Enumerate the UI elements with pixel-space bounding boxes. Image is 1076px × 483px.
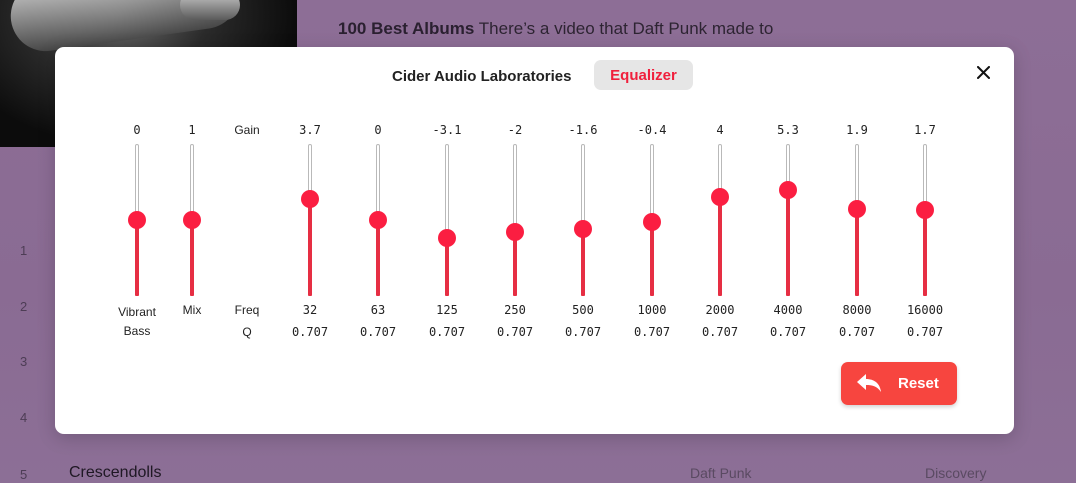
eq-band-frequency: 63 bbox=[370, 303, 386, 317]
eq-band-fill bbox=[855, 209, 859, 296]
eq-band-frequency: 16000 bbox=[906, 303, 944, 317]
eq-band-frequency: 4000 bbox=[773, 303, 803, 317]
eq-band-frequency: 125 bbox=[436, 303, 458, 317]
eq-band-thumb[interactable] bbox=[779, 180, 797, 199]
eq-band-fill bbox=[376, 220, 380, 296]
eq-band-q: 0.707 bbox=[633, 325, 671, 339]
undo-arrow-icon bbox=[857, 374, 881, 392]
eq-band-fill bbox=[786, 189, 790, 296]
eq-band-thumb[interactable] bbox=[506, 222, 524, 241]
freq-label: Freq bbox=[234, 303, 260, 317]
eq-band-frequency: 1000 bbox=[637, 303, 667, 317]
eq-band-q: 0.707 bbox=[291, 325, 329, 339]
eq-band-gain: 5.3 bbox=[777, 123, 799, 137]
modal-tabs: Cider Audio Laboratories Equalizer bbox=[55, 60, 1014, 90]
eq-band-frequency: 500 bbox=[572, 303, 594, 317]
description-bold: 100 Best Albums bbox=[338, 19, 475, 38]
eq-band-fill bbox=[718, 197, 722, 296]
eq-band-thumb[interactable] bbox=[643, 213, 661, 232]
eq-band-gain: -1.6 bbox=[568, 123, 598, 137]
eq-band-gain: 4 bbox=[716, 123, 724, 137]
track-number: 3 bbox=[20, 354, 28, 369]
reset-button[interactable]: Reset bbox=[841, 362, 957, 405]
eq-band-thumb[interactable] bbox=[369, 211, 387, 229]
track-number: 2 bbox=[20, 299, 28, 314]
eq-band-gain: 1.9 bbox=[846, 123, 868, 137]
eq-band-thumb[interactable] bbox=[711, 188, 729, 206]
eq-band-thumb[interactable] bbox=[916, 201, 934, 220]
eq-band-gain: -2 bbox=[507, 123, 523, 137]
vibrant-bass-fill bbox=[135, 220, 139, 296]
eq-band-frequency: 8000 bbox=[842, 303, 872, 317]
album-art-lettering-accent bbox=[180, 0, 240, 20]
eq-band-gain: -3.1 bbox=[432, 123, 462, 137]
eq-band-q: 0.707 bbox=[359, 325, 397, 339]
eq-band-q: 0.707 bbox=[838, 325, 876, 339]
mix-fill bbox=[190, 220, 194, 296]
vibrant-bass-label-line2: Bass bbox=[123, 324, 151, 338]
reset-label: Reset bbox=[898, 375, 939, 392]
eq-band-frequency: 250 bbox=[504, 303, 526, 317]
eq-band-fill bbox=[650, 222, 654, 296]
eq-band-thumb[interactable] bbox=[301, 189, 319, 208]
mix-label: Mix bbox=[182, 303, 202, 317]
track-number: 5 bbox=[20, 467, 28, 482]
close-button[interactable] bbox=[972, 61, 994, 83]
eq-band-q: 0.707 bbox=[428, 325, 466, 339]
vibrant-bass-value: 0 bbox=[133, 123, 141, 137]
mix-thumb[interactable] bbox=[183, 211, 201, 229]
track-number: 1 bbox=[20, 243, 28, 258]
close-icon bbox=[976, 65, 990, 79]
tab-audio-laboratories[interactable]: Cider Audio Laboratories bbox=[392, 68, 571, 85]
album-description[interactable]: 100 Best Albums There’s a video that Daf… bbox=[338, 16, 778, 42]
mix-value: 1 bbox=[188, 123, 196, 137]
eq-band-gain: 3.7 bbox=[299, 123, 321, 137]
eq-band-gain: 0 bbox=[374, 123, 382, 137]
eq-band-gain: -0.4 bbox=[637, 123, 667, 137]
eq-band-thumb[interactable] bbox=[848, 200, 866, 219]
eq-band-thumb[interactable] bbox=[574, 220, 592, 239]
eq-band-gain: 1.7 bbox=[914, 123, 936, 137]
eq-band-q: 0.707 bbox=[769, 325, 807, 339]
eq-band-thumb[interactable] bbox=[438, 228, 456, 247]
eq-band-q: 0.707 bbox=[564, 325, 602, 339]
vibrant-bass-label: Vibrant Bass bbox=[107, 303, 167, 341]
q-label: Q bbox=[242, 325, 252, 339]
track-title: Crescendolls bbox=[69, 464, 162, 481]
track-album[interactable]: Discovery bbox=[925, 465, 986, 481]
eq-band-q: 0.707 bbox=[906, 325, 944, 339]
equalizer-modal: Cider Audio Laboratories Equalizer 0 Vib… bbox=[55, 47, 1014, 434]
vibrant-bass-thumb[interactable] bbox=[128, 211, 146, 229]
eq-band-q: 0.707 bbox=[701, 325, 739, 339]
description-text: There’s a video that Daft Punk made to bbox=[474, 19, 774, 38]
eq-band-frequency: 2000 bbox=[705, 303, 735, 317]
vibrant-bass-label-line1: Vibrant bbox=[118, 305, 156, 319]
track-row[interactable]: 5 Crescendolls Daft Punk Discovery bbox=[0, 460, 1076, 483]
eq-band-fill bbox=[581, 229, 585, 296]
eq-band-frequency: 32 bbox=[302, 303, 318, 317]
track-artist[interactable]: Daft Punk bbox=[690, 465, 751, 481]
eq-band-q: 0.707 bbox=[496, 325, 534, 339]
eq-band-fill bbox=[308, 198, 312, 296]
eq-band-fill bbox=[923, 210, 927, 296]
tab-equalizer[interactable]: Equalizer bbox=[594, 60, 693, 90]
track-number: 4 bbox=[20, 410, 28, 425]
gain-label: Gain bbox=[234, 123, 260, 137]
eq-band-fill bbox=[513, 231, 517, 296]
